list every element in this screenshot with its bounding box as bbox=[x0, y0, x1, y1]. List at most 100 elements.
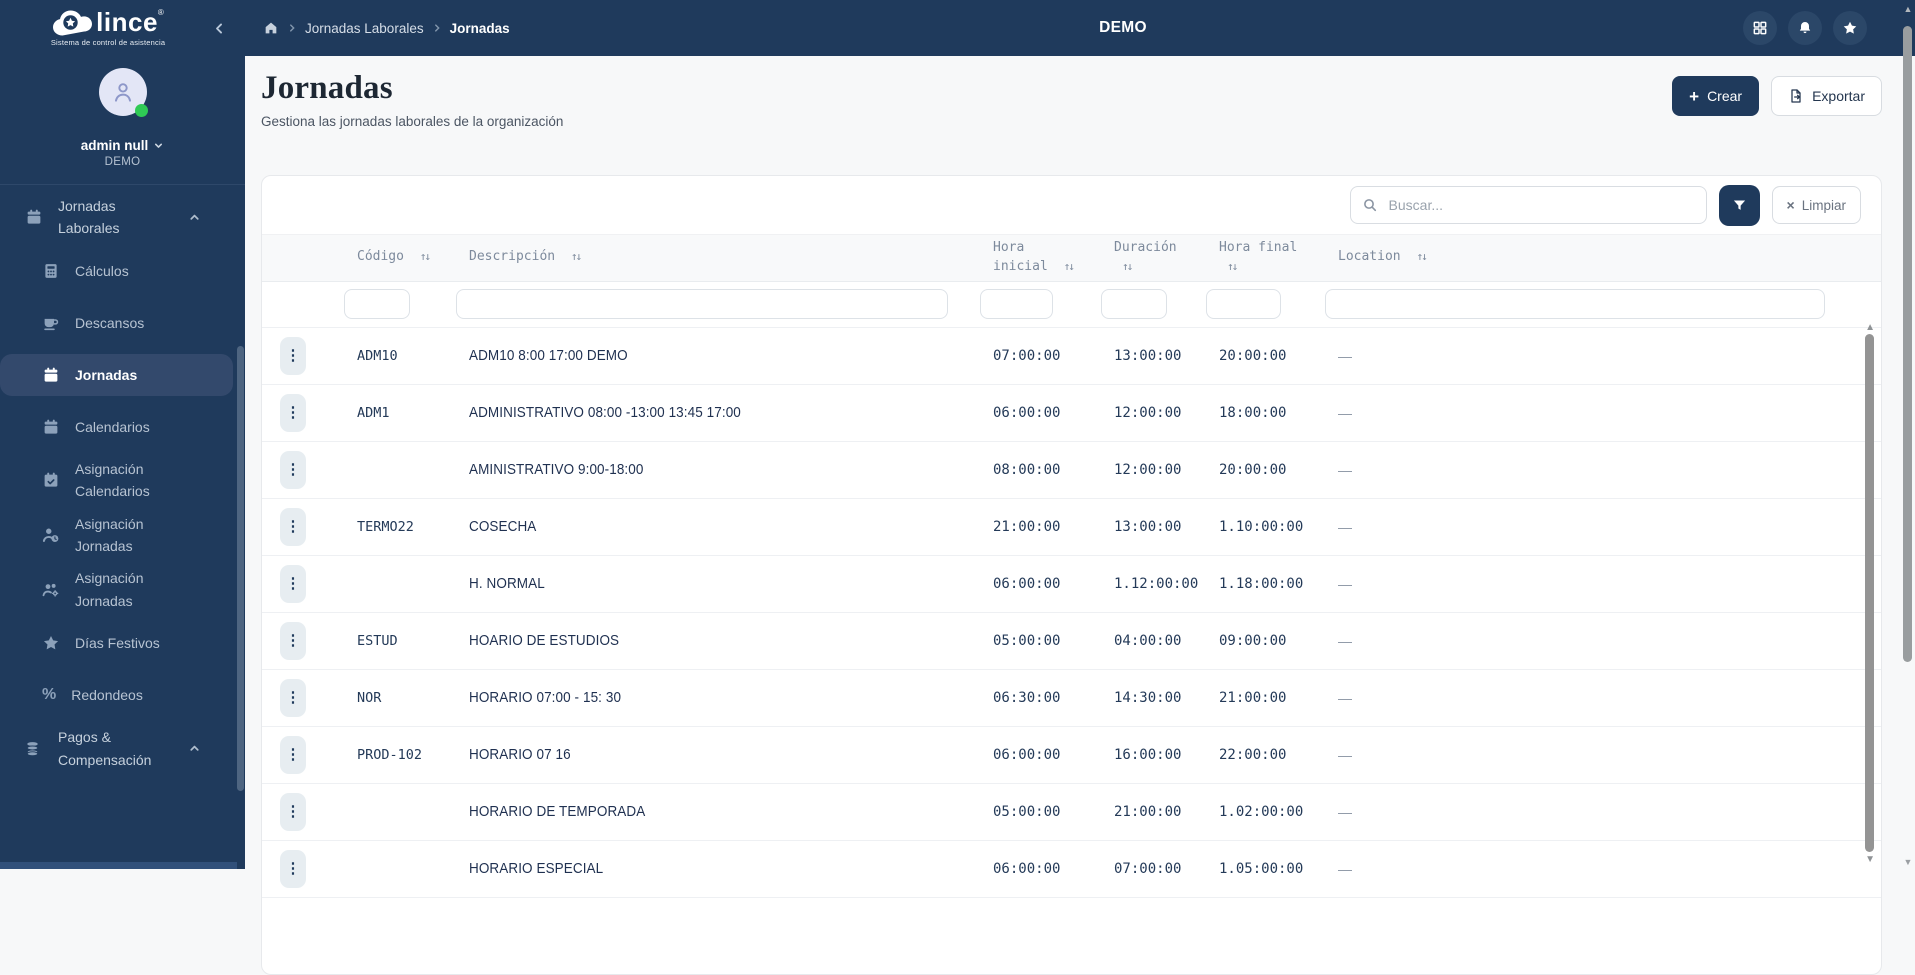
row-actions-kebab-button[interactable]: ⋮ bbox=[280, 736, 306, 774]
row-start-time: 08:00:00 bbox=[978, 462, 1099, 478]
sidebar-item-asignaci-n-jornadas-6[interactable]: Asignación Jornadas bbox=[0, 513, 245, 558]
sidebar-item-pagos-compensaci-n-10[interactable]: Pagos & Compensación bbox=[0, 726, 245, 771]
row-description-text: AMINISTRATIVO 9:00-18:00 bbox=[469, 461, 643, 478]
row-duration: 04:00:00 bbox=[1099, 633, 1204, 649]
filter-descripci-n-input[interactable] bbox=[456, 289, 948, 319]
row-start-time: 05:00:00 bbox=[978, 804, 1099, 820]
export-doc-icon bbox=[1788, 88, 1804, 104]
column-header-location[interactable]: Location ↑↓ bbox=[1323, 244, 1881, 271]
table-scrollbar-thumb[interactable] bbox=[1865, 334, 1874, 852]
sidebar-item-asignaci-n-jornadas-7[interactable]: Asignación Jornadas bbox=[0, 567, 245, 612]
filter-location-input[interactable] bbox=[1325, 289, 1825, 319]
filter-cell bbox=[1099, 289, 1204, 319]
coffee-icon bbox=[42, 314, 60, 332]
row-actions-kebab-button[interactable]: ⋮ bbox=[280, 394, 306, 432]
sidebar-item-asignaci-n-calendarios-5[interactable]: Asignación Calendarios bbox=[0, 458, 245, 503]
search-box bbox=[1350, 186, 1707, 224]
sidebar-item-label: Días Festivos bbox=[75, 632, 160, 654]
sidebar-item-descansos-2[interactable]: Descansos bbox=[0, 302, 245, 344]
row-description-text: COSECHA bbox=[469, 518, 536, 535]
table-row: ⋮TERMO22COSECHA21:00:0013:00:001.10:00:0… bbox=[262, 499, 1881, 556]
table-filter-row bbox=[262, 282, 1881, 328]
page-scrollbar-down-arrow[interactable]: ▼ bbox=[1904, 857, 1913, 867]
row-actions-kebab-button[interactable]: ⋮ bbox=[280, 622, 306, 660]
sort-arrows-icon[interactable]: ↑↓ bbox=[1227, 260, 1236, 273]
search-input[interactable] bbox=[1350, 186, 1707, 224]
row-location: — bbox=[1323, 519, 1881, 535]
sidebar-scrollbar-thumb[interactable] bbox=[237, 346, 244, 791]
row-description: COSECHA bbox=[454, 518, 978, 536]
page-actions: + Crear Exportar bbox=[1672, 76, 1882, 116]
table-row: ⋮ESTUDHOARIO DE ESTUDIOS05:00:0004:00:00… bbox=[262, 613, 1881, 670]
sidebar: admin null DEMO Jornadas LaboralesCálcul… bbox=[0, 56, 245, 869]
filter-cell bbox=[1204, 289, 1323, 319]
avatar[interactable] bbox=[99, 68, 147, 116]
sidebar-item-label: Redondeos bbox=[71, 684, 143, 706]
column-header-descripci-n[interactable]: Descripción ↑↓ bbox=[454, 244, 978, 271]
table-scrollbar-up-arrow[interactable]: ▲ bbox=[1865, 322, 1875, 333]
chevron-down-icon bbox=[153, 140, 164, 151]
row-description: HORARIO 07 16 bbox=[454, 746, 978, 764]
row-actions-kebab-button[interactable]: ⋮ bbox=[280, 451, 306, 489]
create-button[interactable]: + Crear bbox=[1672, 76, 1759, 116]
row-start-time: 05:00:00 bbox=[978, 633, 1099, 649]
row-start-time: 07:00:00 bbox=[978, 348, 1099, 364]
clear-filters-button[interactable]: × Limpiar bbox=[1772, 186, 1861, 224]
sort-arrows-icon[interactable]: ↑↓ bbox=[571, 250, 580, 263]
star-icon-button[interactable] bbox=[1833, 11, 1867, 45]
sort-arrows-icon[interactable]: ↑↓ bbox=[420, 250, 429, 263]
sort-arrows-icon[interactable]: ↑↓ bbox=[1122, 260, 1131, 273]
grid-icon bbox=[1752, 20, 1768, 36]
row-duration: 12:00:00 bbox=[1099, 405, 1204, 421]
grid-icon-button[interactable] bbox=[1743, 11, 1777, 45]
page-scrollbar-up-arrow[interactable]: ▲ bbox=[1904, 4, 1913, 14]
row-actions-kebab-button[interactable]: ⋮ bbox=[280, 508, 306, 546]
row-end-time: 09:00:00 bbox=[1204, 633, 1323, 649]
row-end-time: 18:00:00 bbox=[1204, 405, 1323, 421]
sidebar-horizontal-scrollbar[interactable] bbox=[0, 862, 237, 869]
filter-hora-inicial-input[interactable] bbox=[980, 289, 1053, 319]
sidebar-item-d-as-festivos-8[interactable]: Días Festivos bbox=[0, 622, 245, 664]
app-logo[interactable]: lince® Sistema de control de asistencia bbox=[0, 9, 200, 47]
bell-icon-button[interactable] bbox=[1788, 11, 1822, 45]
row-end-time: 1.02:00:00 bbox=[1204, 804, 1323, 820]
home-icon[interactable] bbox=[263, 20, 279, 36]
filter-duraci-n-input[interactable] bbox=[1101, 289, 1167, 319]
create-button-label: Crear bbox=[1707, 88, 1742, 104]
sort-arrows-icon[interactable]: ↑↓ bbox=[1064, 260, 1073, 273]
column-header-hora-inicial[interactable]: Hora inicial ↑↓ bbox=[978, 235, 1099, 281]
sidebar-item-redondeos-9[interactable]: %Redondeos bbox=[0, 674, 245, 716]
export-button[interactable]: Exportar bbox=[1771, 76, 1882, 116]
sidebar-item-jornadas-laborales-0[interactable]: Jornadas Laborales bbox=[0, 195, 245, 240]
filter-hora-final-input[interactable] bbox=[1206, 289, 1281, 319]
row-actions-kebab-button[interactable]: ⋮ bbox=[280, 679, 306, 717]
row-end-time: 20:00:00 bbox=[1204, 462, 1323, 478]
row-actions-cell: ⋮ bbox=[278, 565, 342, 603]
row-duration: 1.12:00:00 bbox=[1099, 576, 1204, 592]
filter-button[interactable] bbox=[1719, 185, 1760, 226]
filter-c-digo-input[interactable] bbox=[344, 289, 410, 319]
sidebar-item-label: Asignación Calendarios bbox=[75, 458, 167, 503]
row-actions-cell: ⋮ bbox=[278, 337, 342, 375]
column-header-duraci-n[interactable]: Duración ↑↓ bbox=[1099, 235, 1204, 281]
row-actions-kebab-button[interactable]: ⋮ bbox=[280, 565, 306, 603]
sidebar-item-jornadas-3[interactable]: Jornadas bbox=[0, 354, 233, 396]
column-header-c-digo[interactable]: Código ↑↓ bbox=[342, 244, 454, 271]
sidebar-item-label: Asignación Jornadas bbox=[75, 513, 167, 558]
navbar-actions bbox=[1743, 11, 1867, 45]
breadcrumb-jornadas-laborales[interactable]: Jornadas Laborales bbox=[305, 21, 424, 36]
top-navbar: lince® Sistema de control de asistencia … bbox=[0, 0, 1915, 56]
table-scrollbar-down-arrow[interactable]: ▼ bbox=[1865, 854, 1875, 865]
sidebar-collapse-button[interactable] bbox=[212, 21, 227, 36]
page-scrollbar-thumb[interactable] bbox=[1903, 26, 1912, 662]
sidebar-item-c-lculos-1[interactable]: Cálculos bbox=[0, 250, 245, 292]
row-actions-cell: ⋮ bbox=[278, 451, 342, 489]
column-header-hora-final[interactable]: Hora final ↑↓ bbox=[1204, 235, 1323, 281]
sort-arrows-icon[interactable]: ↑↓ bbox=[1416, 250, 1425, 263]
row-end-time: 20:00:00 bbox=[1204, 348, 1323, 364]
sidebar-item-calendarios-4[interactable]: Calendarios bbox=[0, 406, 245, 448]
row-location: — bbox=[1323, 804, 1881, 820]
row-actions-kebab-button[interactable]: ⋮ bbox=[280, 337, 306, 375]
user-menu[interactable]: admin null bbox=[81, 138, 165, 153]
row-actions-kebab-button[interactable]: ⋮ bbox=[280, 793, 306, 831]
